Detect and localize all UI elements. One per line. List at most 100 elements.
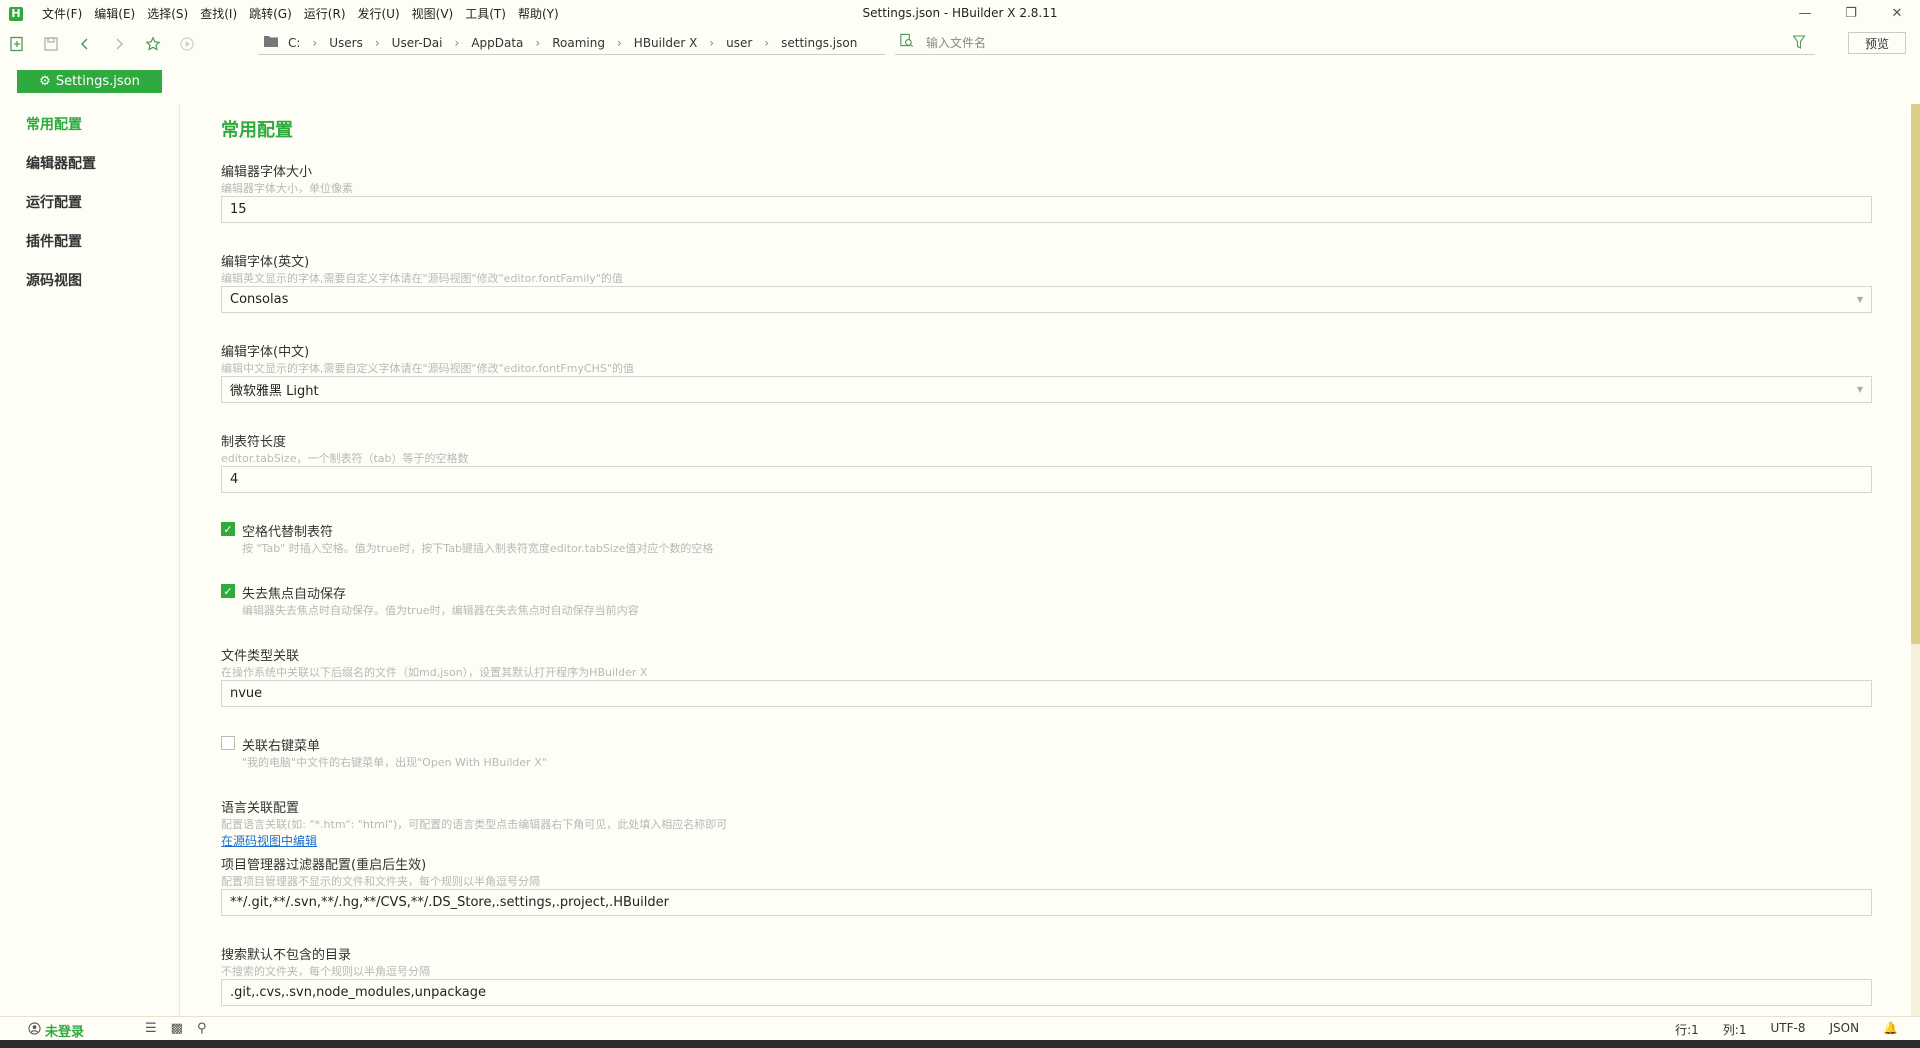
font-cn-select[interactable]: 微软雅黑 Light ▼ — [221, 376, 1872, 403]
star-icon[interactable] — [136, 27, 170, 60]
file-assoc-desc: 在操作系统中关联以下后缀名的文件（如md,json），设置其默认打开程序为HBu… — [221, 666, 648, 679]
sidebar-item-source[interactable]: 源码视图 — [26, 270, 82, 290]
breadcrumb-item[interactable]: Users — [329, 36, 363, 50]
login-status[interactable]: 未登录 — [28, 1021, 84, 1040]
menu-help[interactable]: 帮助(Y) — [512, 5, 565, 22]
section-title: 常用配置 — [221, 120, 293, 141]
terminal-icon[interactable]: ▩ — [171, 1021, 183, 1036]
status-bar: 未登录 ☰ ▩ ⚲ 行:1 列:1 UTF-8 JSON 🔔 — [0, 1016, 1920, 1040]
list-icon[interactable]: ☰ — [145, 1021, 157, 1036]
font-size-value: 15 — [230, 202, 247, 217]
search-exclude-label: 搜索默认不包含的目录 — [221, 948, 352, 963]
preview-button[interactable]: 预览 — [1848, 32, 1906, 54]
search-exclude-value: .git,.cvs,.svn,node_modules,unpackage — [230, 985, 487, 1000]
new-file-icon[interactable] — [0, 27, 34, 60]
chevron-right-icon: › — [709, 35, 715, 50]
chevron-right-icon: › — [374, 35, 380, 50]
title-bar: H 文件(F) 编辑(E) 选择(S) 查找(I) 跳转(G) 运行(R) 发行… — [0, 0, 1920, 27]
breadcrumb-item[interactable]: user — [726, 36, 752, 50]
file-assoc-input[interactable]: nvue — [221, 680, 1872, 707]
font-en-select[interactable]: Consolas ▼ — [221, 286, 1872, 313]
search-exclude-desc: 不搜索的文件夹，每个规则以半角逗号分隔 — [221, 965, 430, 978]
project-filter-value: **/.git,**/.svn,**/.hg,**/CVS,**/.DS_Sto… — [230, 895, 669, 910]
menu-publish[interactable]: 发行(U) — [352, 5, 406, 22]
menu-edit[interactable]: 编辑(E) — [88, 5, 141, 22]
font-size-label: 编辑器字体大小 — [221, 165, 313, 180]
folder-icon — [264, 35, 278, 51]
sidebar-item-plugins[interactable]: 插件配置 — [26, 231, 82, 251]
status-icons: ☰ ▩ ⚲ — [145, 1021, 206, 1036]
context-menu-checkbox[interactable] — [221, 736, 235, 750]
menu-run[interactable]: 运行(R) — [298, 5, 352, 22]
tab-size-input[interactable]: 4 — [221, 466, 1872, 493]
breadcrumb-item[interactable]: C: — [288, 36, 300, 50]
font-size-desc: 编辑器字体大小，单位像素 — [221, 182, 353, 195]
sidebar-item-common[interactable]: 常用配置 — [26, 114, 82, 134]
breadcrumb-item[interactable]: HBuilder X — [634, 36, 698, 50]
chevron-right-icon: › — [454, 35, 460, 50]
menu-file[interactable]: 文件(F) — [36, 5, 88, 22]
sidebar-item-run[interactable]: 运行配置 — [26, 192, 82, 212]
filter-icon[interactable] — [1792, 35, 1806, 53]
chevron-right-icon: › — [764, 35, 770, 50]
insert-spaces-checkbox[interactable]: ✓ — [221, 522, 235, 536]
project-filter-label: 项目管理器过滤器配置(重启后生效) — [221, 858, 427, 873]
menu-goto[interactable]: 跳转(G) — [243, 5, 298, 22]
tab-settings-json[interactable]: ⚙ Settings.json — [17, 70, 162, 93]
auto-save-label: 失去焦点自动保存 — [242, 587, 347, 602]
bell-icon[interactable]: 🔔 — [1883, 1021, 1898, 1038]
encoding[interactable]: UTF-8 — [1770, 1021, 1805, 1038]
lang-assoc-label: 语言关联配置 — [221, 801, 300, 816]
login-label: 未登录 — [45, 1025, 85, 1040]
menu-select[interactable]: 选择(S) — [141, 5, 194, 22]
chevron-right-icon: › — [535, 35, 541, 50]
tab-size-desc: editor.tabSize，一个制表符（tab）等于的空格数 — [221, 452, 469, 465]
file-assoc-value: nvue — [230, 686, 263, 701]
user-icon — [28, 1022, 41, 1039]
edit-in-source-link[interactable]: 在源码视图中编辑 — [221, 832, 317, 849]
font-cn-value: 微软雅黑 Light — [230, 384, 319, 399]
font-size-input[interactable]: 15 — [221, 196, 1872, 223]
insert-spaces-desc: 按 "Tab" 时插入空格。值为true时，按下Tab键插入制表符宽度edito… — [242, 542, 714, 555]
settings-sidebar: 常用配置 编辑器配置 运行配置 插件配置 源码视图 — [0, 104, 180, 1016]
menu-view[interactable]: 视图(V) — [406, 5, 460, 22]
window-controls: — ❐ ✕ — [1782, 0, 1920, 27]
breadcrumb-item[interactable]: Roaming — [552, 36, 605, 50]
breadcrumb: C: › Users › User-Dai › AppData › Roamin… — [258, 31, 885, 55]
search-exclude-input[interactable]: .git,.cvs,.svn,node_modules,unpackage — [221, 979, 1872, 1006]
minimize-icon[interactable]: — — [1782, 0, 1828, 27]
project-filter-input[interactable]: **/.git,**/.svn,**/.hg,**/CVS,**/.DS_Sto… — [221, 889, 1872, 916]
back-icon[interactable] — [68, 27, 102, 60]
chevron-down-icon: ▼ — [1856, 295, 1863, 304]
close-icon[interactable]: ✕ — [1874, 0, 1920, 27]
cursor-col[interactable]: 列:1 — [1723, 1021, 1747, 1038]
breadcrumb-item[interactable]: User-Dai — [392, 36, 443, 50]
plugin-icon[interactable]: ⚲ — [197, 1021, 207, 1036]
taskbar-strip — [0, 1040, 1920, 1048]
file-search-icon — [899, 33, 914, 52]
breadcrumb-item[interactable]: AppData — [471, 36, 523, 50]
toolbar: C: › Users › User-Dai › AppData › Roamin… — [0, 27, 1920, 60]
save-icon[interactable] — [34, 27, 68, 60]
sidebar-item-editor[interactable]: 编辑器配置 — [26, 153, 96, 173]
auto-save-desc: 编辑器失去焦点时自动保存。值为true时，编辑器在失去焦点时自动保存当前内容 — [242, 604, 639, 617]
cursor-line[interactable]: 行:1 — [1675, 1021, 1699, 1038]
app-logo-icon: H — [9, 6, 23, 21]
file-search-input[interactable]: 输入文件名 — [895, 31, 1815, 55]
chevron-right-icon: › — [312, 35, 318, 50]
font-en-desc: 编辑英文显示的字体,需要自定义字体请在"源码视图"修改"editor.fontF… — [221, 272, 623, 285]
menu-find[interactable]: 查找(I) — [194, 5, 243, 22]
chevron-right-icon: › — [616, 35, 622, 50]
file-assoc-label: 文件类型关联 — [221, 649, 300, 664]
run-icon[interactable] — [170, 27, 204, 60]
font-en-label: 编辑字体(英文) — [221, 255, 310, 270]
breadcrumb-item[interactable]: settings.json — [781, 36, 857, 50]
menu-tools[interactable]: 工具(T) — [459, 5, 512, 22]
auto-save-checkbox[interactable]: ✓ — [221, 584, 235, 598]
forward-icon[interactable] — [102, 27, 136, 60]
restore-icon[interactable]: ❐ — [1828, 0, 1874, 27]
font-en-value: Consolas — [230, 292, 289, 307]
language-mode[interactable]: JSON — [1829, 1021, 1859, 1038]
search-placeholder: 输入文件名 — [926, 36, 987, 50]
scrollbar-thumb[interactable] — [1911, 104, 1920, 644]
